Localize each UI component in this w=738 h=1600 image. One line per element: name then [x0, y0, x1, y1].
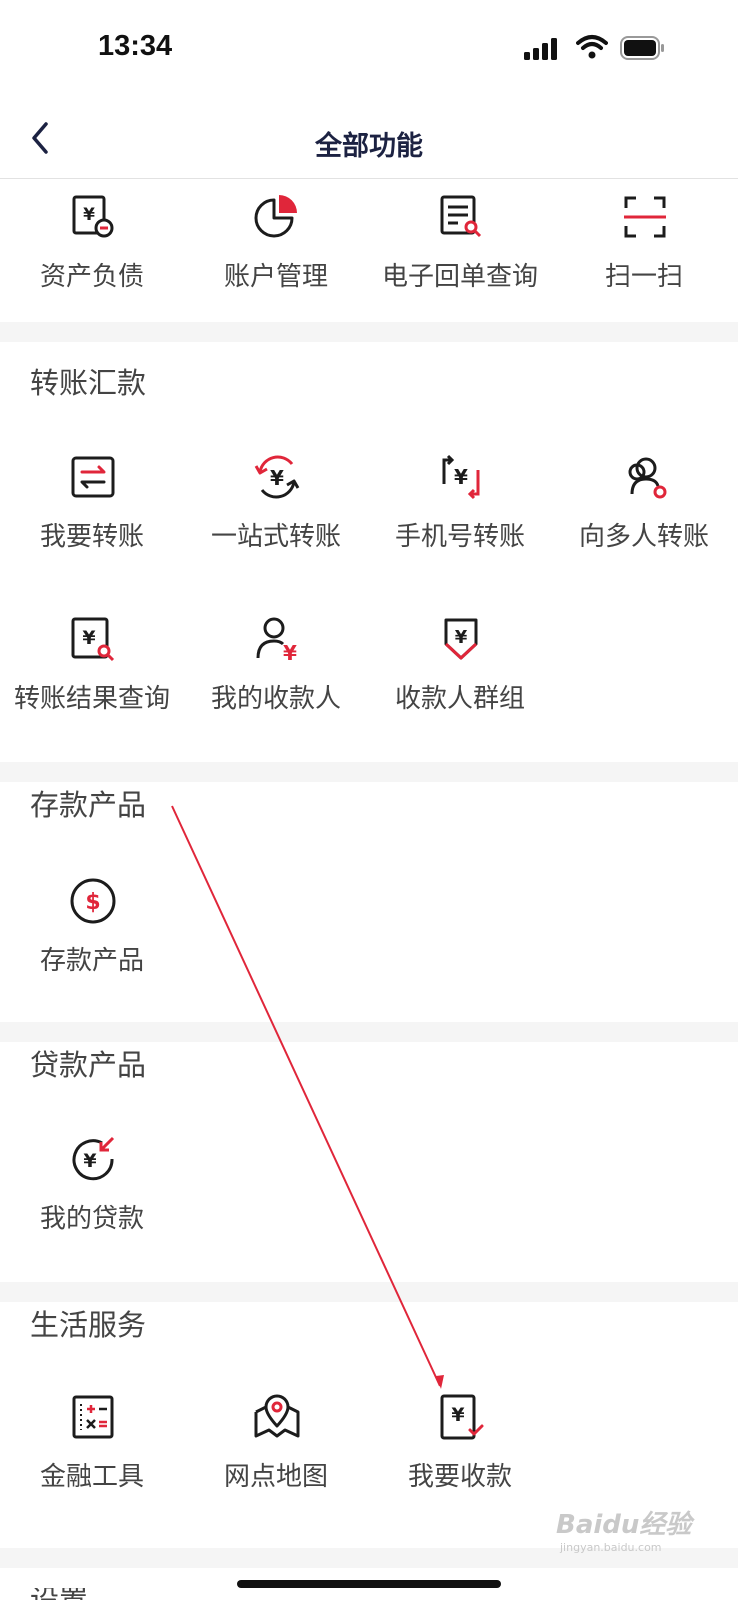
asset-liability-icon: ¥	[72, 195, 114, 238]
page-title: 全部功能	[315, 131, 423, 162]
item-label: 我的收款人	[210, 684, 341, 714]
item-my-loans[interactable]: ¥ 我的贷款	[0, 1134, 184, 1284]
battery-icon	[620, 36, 664, 60]
cellular-signal-icon	[524, 38, 557, 60]
section-title-transfer: 转账汇款	[30, 366, 147, 400]
phone-transfer-icon: ¥	[442, 454, 480, 500]
item-payee-groups[interactable]: ¥ 收款人群组	[368, 614, 552, 764]
svg-text:¥: ¥	[83, 205, 95, 225]
scan-icon	[624, 196, 666, 238]
receipt-search-icon	[440, 195, 482, 238]
item-multi-transfer[interactable]: 向多人转账	[552, 452, 736, 602]
result-search-icon: ¥	[71, 617, 115, 662]
status-time: 13:34	[98, 30, 173, 62]
pie-chart-icon	[254, 195, 297, 238]
item-assets-liabilities[interactable]: ¥ 资产负债	[0, 192, 184, 342]
svg-text:¥: ¥	[455, 627, 468, 648]
item-label: 金融工具	[39, 1462, 144, 1492]
item-transfer-result-query[interactable]: ¥ 转账结果查询	[0, 614, 184, 764]
watermark-url: jingyan.baidu.com	[560, 1541, 662, 1554]
one-stop-transfer-icon: ¥	[254, 455, 300, 499]
item-label: 存款产品	[39, 946, 144, 976]
item-deposit-products[interactable]: $ 存款产品	[0, 876, 184, 1026]
svg-text:$: $	[85, 890, 100, 915]
item-scan[interactable]: 扫一扫	[552, 192, 736, 342]
watermark-brand: Baidu经验	[556, 1510, 692, 1540]
receive-payment-icon: ¥	[440, 1394, 484, 1440]
wifi-icon	[576, 35, 608, 59]
item-receive-payment[interactable]: ¥ 我要收款	[368, 1392, 552, 1542]
section-title-loan: 贷款产品	[30, 1048, 147, 1082]
section-divider	[0, 762, 738, 782]
item-label: 我要转账	[39, 522, 144, 552]
item-label: 向多人转账	[578, 522, 709, 552]
item-label: 资产负债	[39, 262, 144, 292]
multi-person-icon	[628, 457, 667, 499]
item-label: 我的贷款	[39, 1204, 144, 1234]
item-phone-transfer[interactable]: ¥ 手机号转账	[368, 452, 552, 602]
item-e-receipt-query[interactable]: 电子回单查询	[368, 192, 552, 342]
item-account-management[interactable]: 账户管理	[184, 192, 368, 342]
map-pin-icon	[254, 1394, 300, 1438]
item-label: 收款人群组	[394, 684, 525, 714]
transfer-icon	[71, 456, 115, 498]
item-label: 转账结果查询	[13, 684, 170, 714]
item-my-payees[interactable]: ¥ 我的收款人	[184, 614, 368, 764]
section-title-life-services: 生活服务	[30, 1308, 147, 1342]
svg-text:¥: ¥	[451, 1404, 464, 1426]
loan-icon: ¥	[72, 1136, 115, 1181]
section-title-settings: 设置	[30, 1588, 88, 1600]
baidu-watermark: Baidu经验 jingyan.baidu.com	[556, 1504, 691, 1554]
svg-text:¥: ¥	[283, 641, 297, 664]
item-label: 网点地图	[223, 1462, 328, 1492]
section-divider	[0, 322, 738, 342]
item-label: 电子回单查询	[381, 262, 538, 292]
item-one-stop-transfer[interactable]: ¥ 一站式转账	[184, 452, 368, 602]
item-branch-map[interactable]: 网点地图	[184, 1392, 368, 1542]
home-indicator[interactable]	[237, 1580, 501, 1588]
dollar-coin-icon: $	[70, 878, 116, 924]
svg-text:¥: ¥	[454, 465, 468, 489]
svg-text:¥: ¥	[270, 466, 284, 490]
svg-text:¥: ¥	[83, 1150, 96, 1172]
payee-icon: ¥	[256, 617, 297, 664]
payee-group-icon: ¥	[444, 618, 478, 660]
item-transfer[interactable]: 我要转账	[0, 452, 184, 602]
item-label: 扫一扫	[604, 262, 683, 292]
item-label: 一站式转账	[210, 522, 341, 552]
section-divider	[0, 1282, 738, 1302]
svg-text:¥: ¥	[82, 627, 95, 649]
item-financial-tools[interactable]: 金融工具	[0, 1392, 184, 1542]
nav-bar: 全部功能	[0, 100, 738, 179]
item-label: 手机号转账	[394, 522, 525, 552]
section-title-deposit: 存款产品	[30, 788, 147, 822]
item-label: 账户管理	[223, 262, 328, 292]
item-label: 我要收款	[407, 1462, 512, 1492]
status-bar: 13:34	[0, 0, 738, 100]
calculator-icon	[72, 1395, 114, 1439]
section-divider	[0, 1022, 738, 1042]
